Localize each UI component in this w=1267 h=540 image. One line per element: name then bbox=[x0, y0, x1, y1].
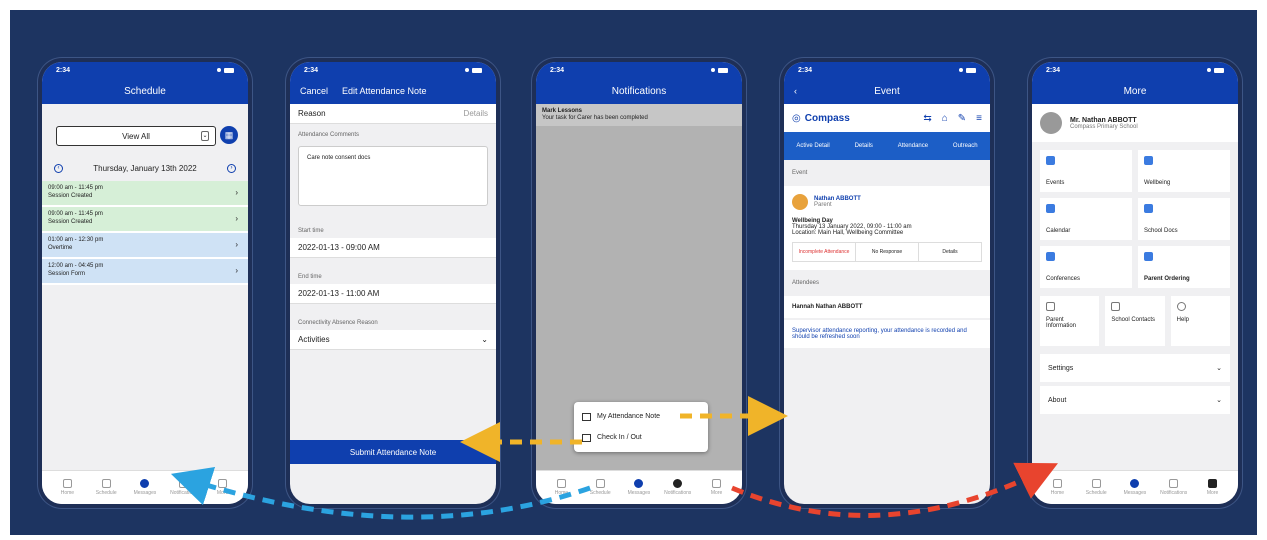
arrow-to-more bbox=[731, 462, 1058, 518]
diagram-canvas: 2:34 Schedule View All ⌄ ▦ ‹ Thursday, J… bbox=[10, 10, 1257, 535]
flow-arrows bbox=[170, 396, 1058, 520]
arrow-to-schedule bbox=[170, 466, 591, 520]
